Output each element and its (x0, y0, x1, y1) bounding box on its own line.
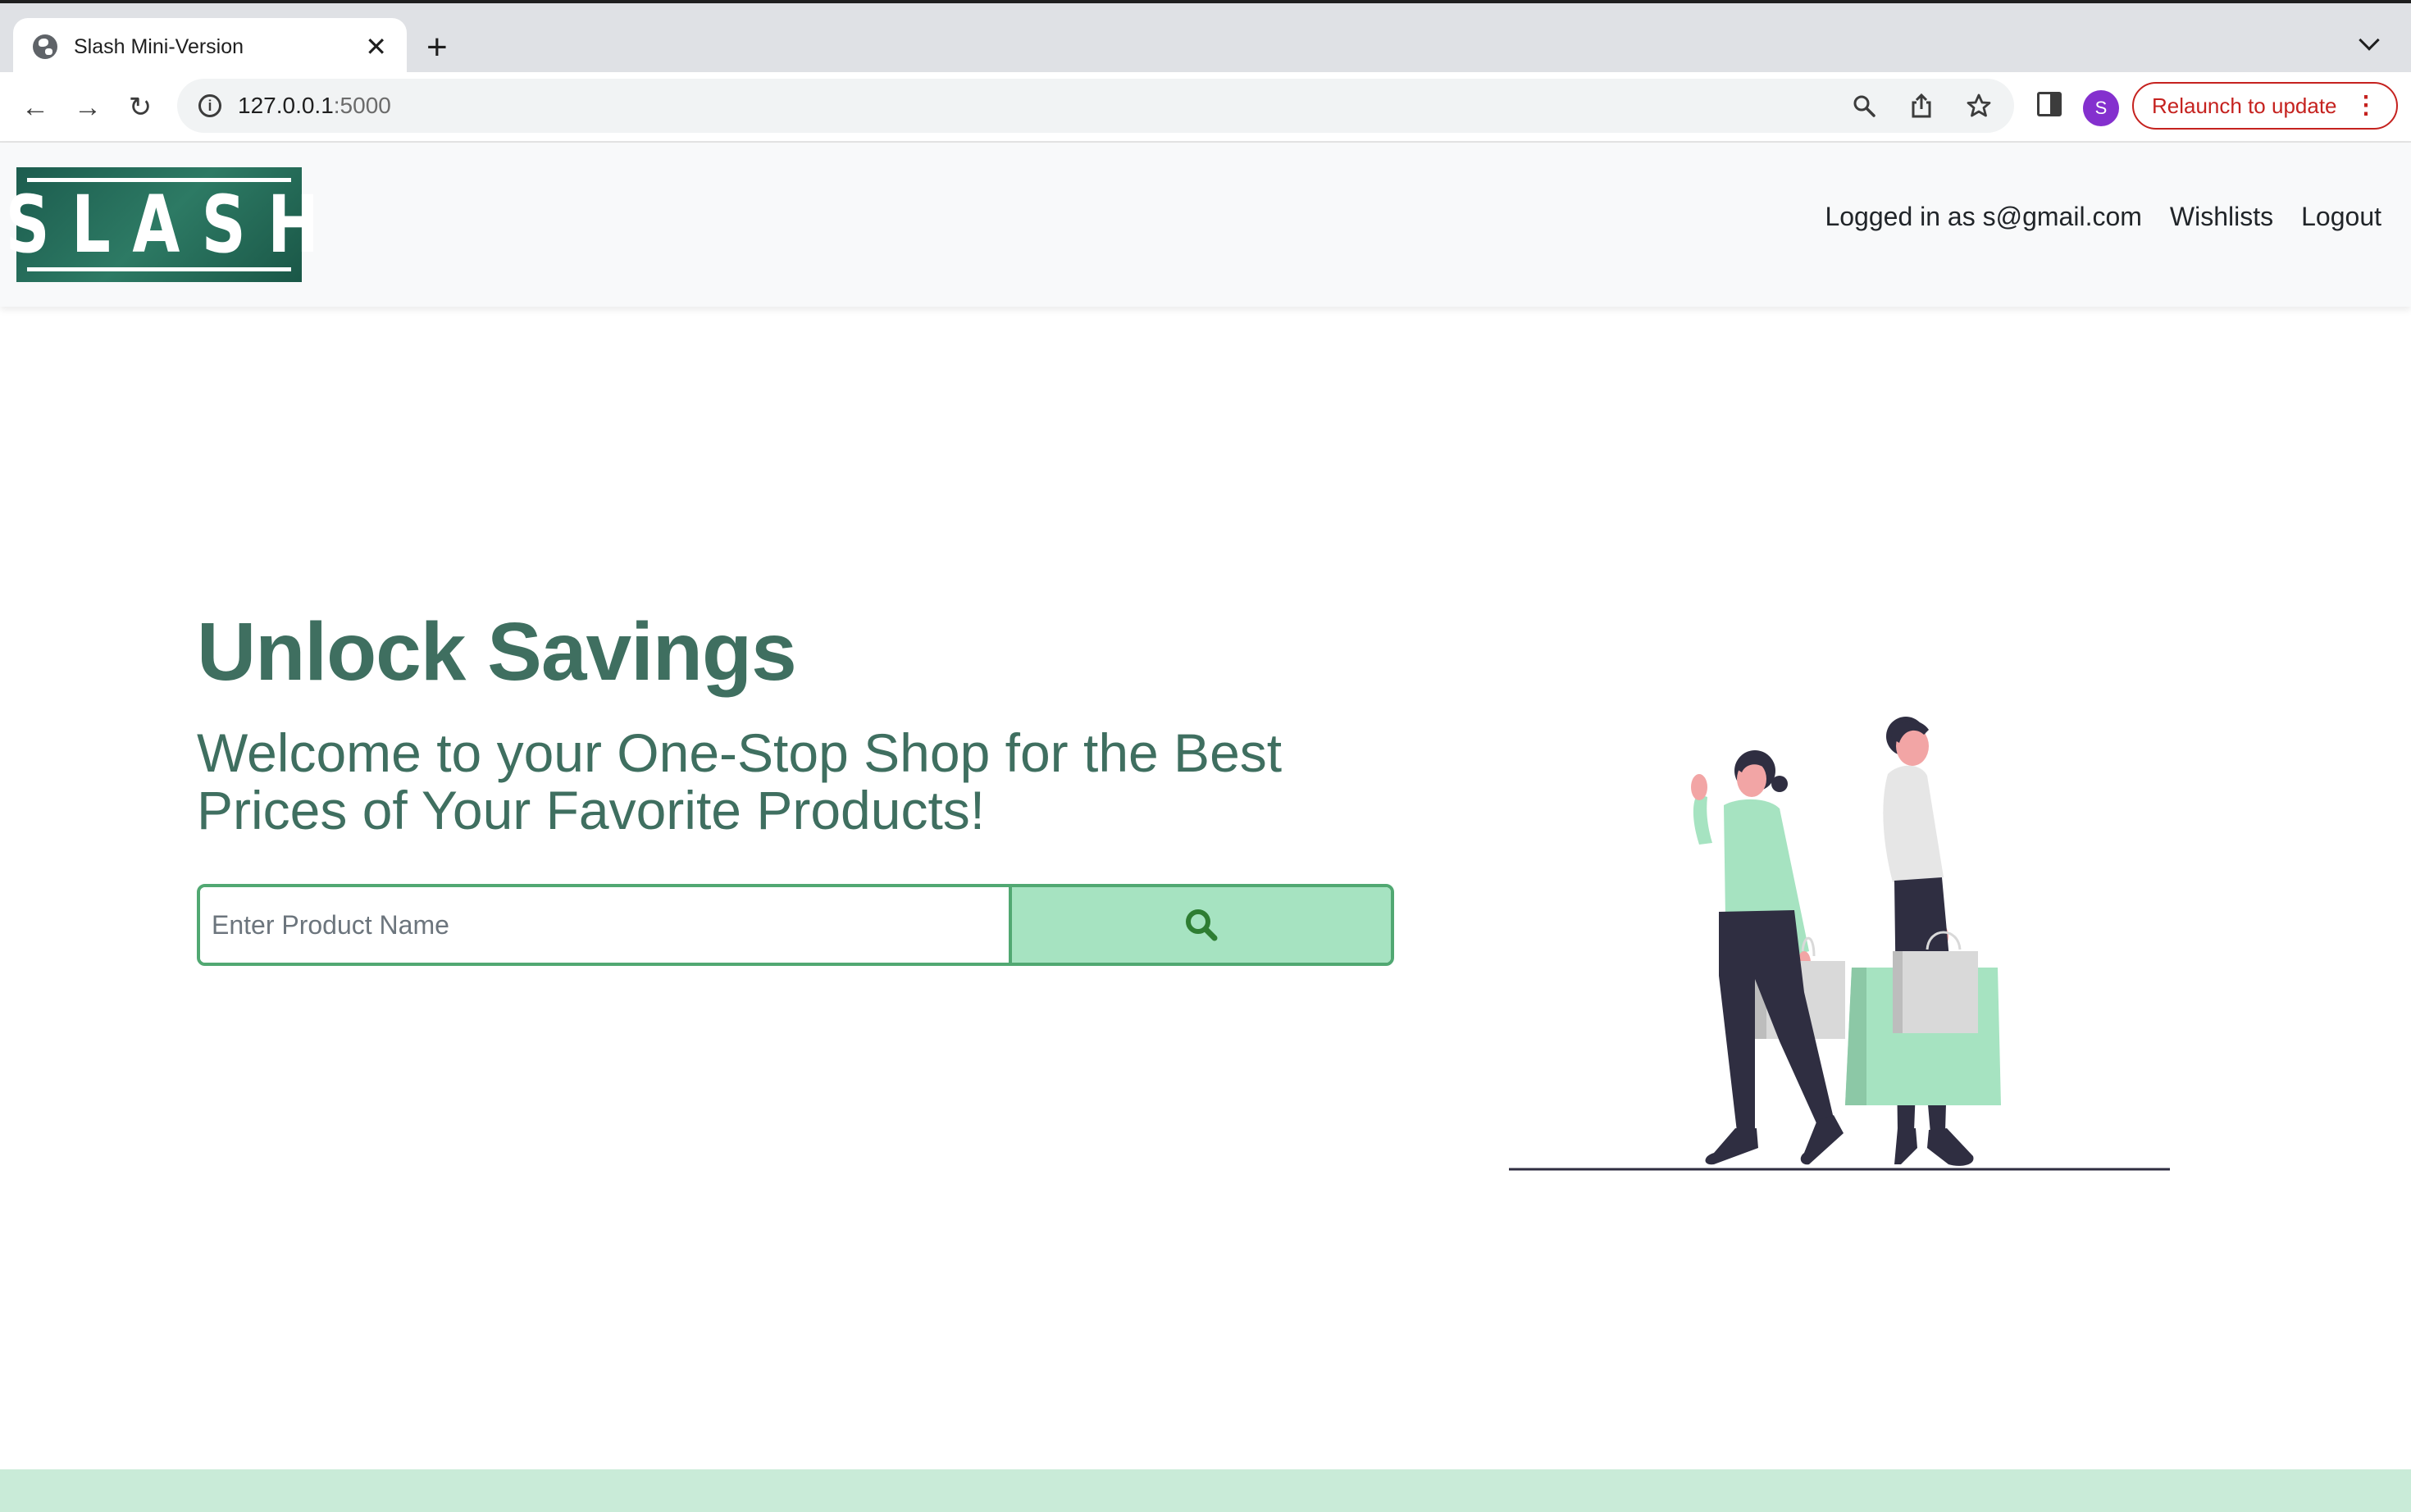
url-host: 127.0.0.1 (238, 93, 334, 118)
search-button[interactable] (1012, 887, 1391, 963)
globe-icon (33, 34, 57, 59)
more-menu-icon[interactable]: ⋮ (2354, 93, 2378, 118)
logged-in-status: Logged in as s@gmail.com (1825, 202, 2142, 231)
site-navbar: SLASH Logged in as s@gmail.com Wishlists… (0, 143, 2411, 307)
browser-tabstrip: Slash Mini-Version ✕ + (0, 0, 2411, 75)
hero-title: Unlock Savings (197, 606, 797, 698)
profile-avatar[interactable]: S (2083, 90, 2119, 126)
bookmark-star-icon[interactable] (1965, 92, 1993, 120)
address-bar[interactable]: i 127.0.0.1:5000 (177, 79, 2014, 133)
zoom-search-icon[interactable] (1850, 92, 1878, 120)
man-figure (1845, 717, 2001, 1166)
nav-links: Logged in as s@gmail.com Wishlists Logou… (1825, 202, 2381, 232)
url-text: 127.0.0.1:5000 (238, 93, 391, 119)
shoppers-illustration (1509, 717, 2170, 1171)
logout-link[interactable]: Logout (2301, 202, 2381, 232)
url-port: :5000 (333, 93, 391, 118)
logo-text: SLASH (5, 179, 341, 271)
reload-icon[interactable]: ↻ (121, 89, 159, 126)
site-info-icon[interactable]: i (198, 94, 221, 117)
browser-toolbar: ← → ↻ i 127.0.0.1:5000 S Relaunch to upd… (0, 72, 2411, 143)
product-search-form (197, 884, 1394, 966)
back-icon[interactable]: ← (16, 89, 54, 126)
browser-tab[interactable]: Slash Mini-Version ✕ (13, 18, 407, 75)
relaunch-label: Relaunch to update (2152, 93, 2337, 118)
slash-logo[interactable]: SLASH (6, 167, 319, 282)
wishlists-link[interactable]: Wishlists (2170, 202, 2273, 232)
woman-figure (1691, 750, 1845, 1165)
hero-subtitle: Welcome to your One-Stop Shop for the Be… (197, 722, 1283, 840)
magnifier-icon (1186, 909, 1218, 941)
forward-icon[interactable]: → (69, 89, 107, 126)
side-panel-icon[interactable] (2037, 92, 2062, 116)
footer-band (0, 1469, 2411, 1512)
tab-close-icon[interactable]: ✕ (365, 34, 387, 60)
relaunch-button[interactable]: Relaunch to update ⋮ (2132, 82, 2398, 130)
new-tab-icon[interactable]: + (426, 30, 448, 66)
share-icon[interactable] (1907, 92, 1935, 120)
product-search-input[interactable] (200, 887, 1012, 963)
tab-title: Slash Mini-Version (74, 34, 244, 58)
tab-search-chevron-icon[interactable] (2359, 30, 2380, 51)
